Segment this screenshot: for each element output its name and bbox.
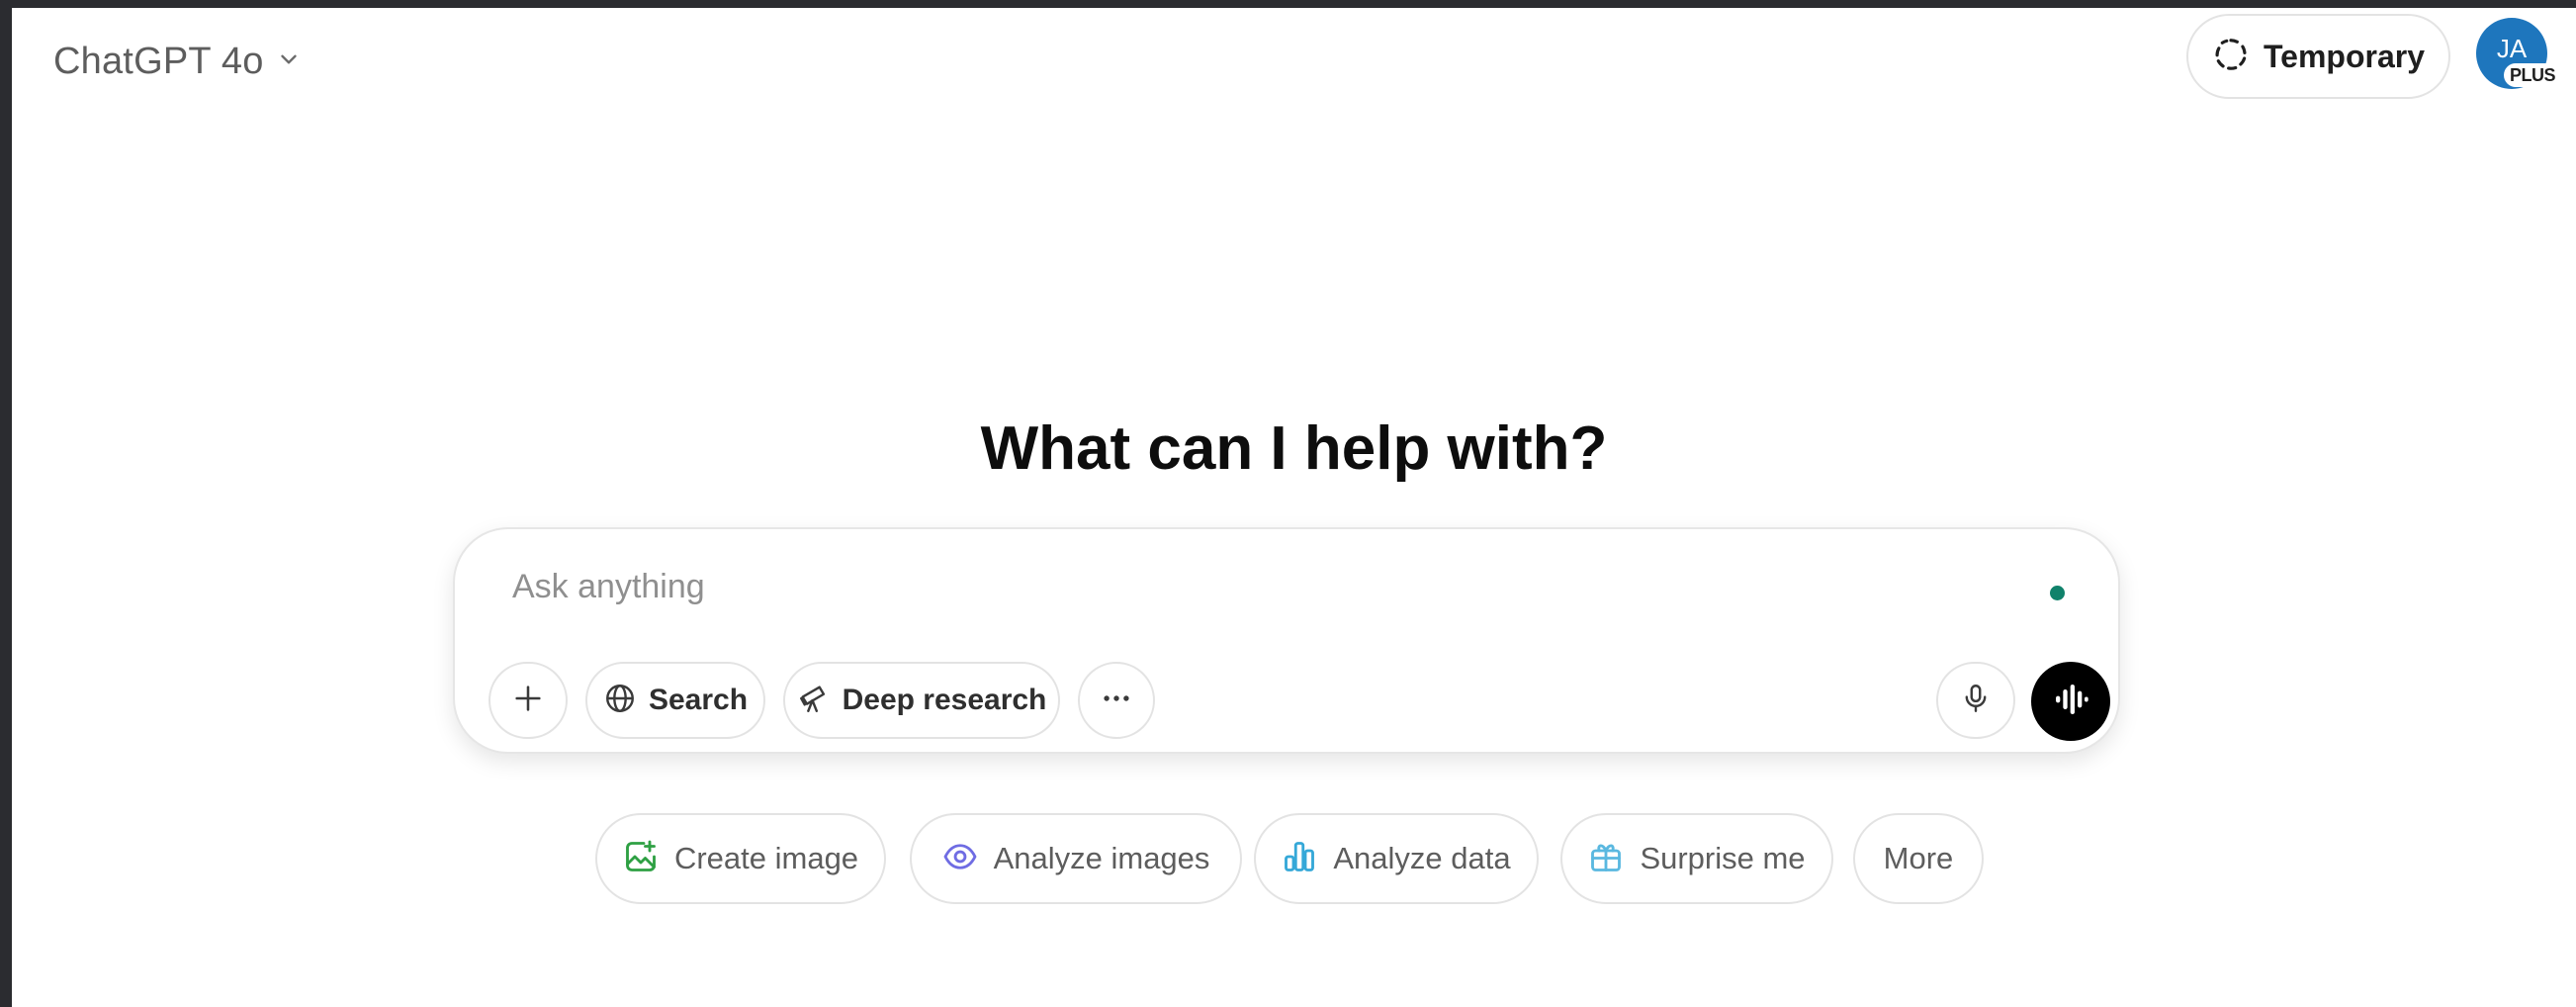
image-icon <box>623 839 659 879</box>
temporary-chat-button[interactable]: Temporary <box>2186 14 2450 99</box>
search-label: Search <box>648 684 749 716</box>
more-tools-button[interactable] <box>1078 662 1155 739</box>
suggestion-label: Create image <box>673 841 859 875</box>
status-dot <box>2050 586 2065 600</box>
telescope-icon <box>797 682 831 720</box>
composer: Search Deep research <box>453 527 2120 754</box>
globe-icon <box>603 682 637 720</box>
suggestion-label: Surprise me <box>1640 841 1806 875</box>
eye-icon <box>942 839 978 879</box>
ellipsis-icon <box>1100 682 1133 720</box>
prompt-input[interactable] <box>512 557 1996 616</box>
microphone-icon <box>1959 682 1993 720</box>
temporary-label: Temporary <box>2263 38 2425 74</box>
chat-window: ChatGPT 4o Temporary JA PLUS What can I … <box>12 8 2576 1007</box>
suggestion-label: Analyze data <box>1333 841 1511 875</box>
suggestion-create-image[interactable]: Create image <box>595 813 886 904</box>
voice-mode-button[interactable] <box>2031 662 2110 741</box>
page-title: What can I help with? <box>980 414 1608 483</box>
temporary-chat-icon <box>2212 36 2250 78</box>
voice-waveform-icon <box>2051 680 2090 724</box>
model-switcher[interactable]: ChatGPT 4o <box>40 30 315 93</box>
deep-research-button[interactable]: Deep research <box>783 662 1060 739</box>
add-attachment-button[interactable] <box>489 662 568 739</box>
model-label: ChatGPT 4o <box>53 40 264 82</box>
plan-badge: PLUS <box>2504 63 2562 87</box>
search-button[interactable]: Search <box>585 662 765 739</box>
avatar-initials: JA <box>2496 33 2528 63</box>
suggestion-label: Analyze images <box>993 841 1210 875</box>
suggestion-more[interactable]: More <box>1853 813 1984 904</box>
gift-icon <box>1588 839 1624 879</box>
plus-icon <box>511 682 545 720</box>
suggestion-analyze-images[interactable]: Analyze images <box>910 813 1242 904</box>
dictate-button[interactable] <box>1936 662 2015 739</box>
suggestion-label: More <box>1883 841 1954 875</box>
bar-chart-icon <box>1282 839 1317 879</box>
suggestion-surprise-me[interactable]: Surprise me <box>1560 813 1833 904</box>
suggestion-analyze-data[interactable]: Analyze data <box>1254 813 1539 904</box>
deep-research-label: Deep research <box>842 684 1047 716</box>
chevron-down-icon <box>276 46 302 77</box>
